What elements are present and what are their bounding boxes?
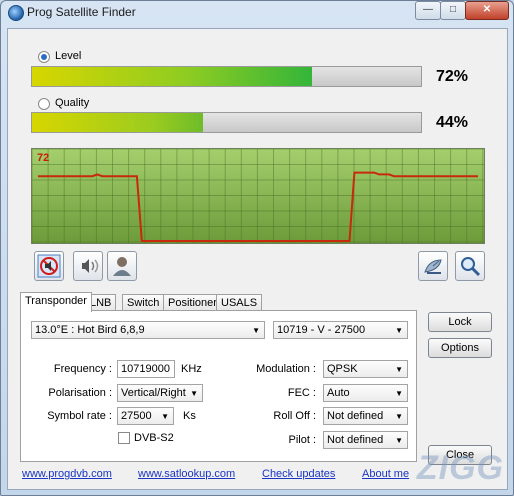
quality-radio[interactable]: [38, 98, 50, 110]
maximize-button[interactable]: □: [440, 1, 466, 20]
dvbs2-checkbox[interactable]: [118, 432, 130, 444]
fec-value: Auto: [327, 387, 350, 399]
polarisation-label: Polarisation :: [48, 387, 112, 399]
chevron-down-icon: ▼: [395, 412, 403, 421]
tab-usals[interactable]: USALS: [216, 294, 263, 311]
transponder-select[interactable]: 10719 - V - 27500 ▼: [273, 321, 408, 339]
pilot-value: Not defined: [327, 434, 384, 446]
signal-graph: 72: [31, 148, 485, 244]
frequency-label: Frequency :: [53, 363, 112, 375]
modulation-select[interactable]: QPSK ▼: [323, 360, 408, 378]
symbol-rate-select[interactable]: 27500 ▼: [117, 407, 174, 425]
tab-switch[interactable]: Switch: [122, 294, 165, 311]
level-radio[interactable]: [38, 51, 50, 63]
chevron-down-icon: ▼: [190, 389, 198, 398]
about-me-link[interactable]: About me: [362, 468, 409, 480]
lock-button[interactable]: Lock: [428, 312, 492, 332]
title-bar[interactable]: Prog Satellite Finder — □ ✕: [0, 0, 514, 24]
close-window-button[interactable]: ✕: [465, 1, 509, 20]
satellite-dish-icon: [424, 259, 442, 274]
person-icon: [113, 257, 131, 276]
signal-trace-line: [38, 171, 478, 242]
progdvb-link[interactable]: www.progdvb.com: [22, 468, 112, 480]
chevron-down-icon: ▼: [252, 326, 260, 335]
level-percent: 72%: [436, 68, 469, 85]
level-label: Level: [55, 50, 82, 62]
dvbs2-label: DVB-S2: [134, 432, 174, 444]
symbol-rate-unit: Ks: [183, 410, 196, 422]
fec-select[interactable]: Auto ▼: [323, 384, 408, 402]
polarisation-select[interactable]: Vertical/Right ▼: [117, 384, 203, 402]
satellite-select[interactable]: 13.0°E : Hot Bird 6,8,9 ▼: [31, 321, 265, 339]
dish-button[interactable]: [418, 251, 448, 281]
fec-label: FEC :: [287, 387, 316, 399]
tab-positioner[interactable]: Positioner: [163, 294, 222, 311]
symbol-rate-label: Symbol rate :: [47, 410, 112, 422]
frequency-unit: KHz: [181, 363, 202, 375]
magnifier-icon: [461, 257, 481, 277]
chevron-down-icon: ▼: [161, 412, 169, 421]
chevron-down-icon: ▼: [395, 389, 403, 398]
app-icon: [8, 5, 24, 21]
frequency-input[interactable]: 10719000: [117, 360, 175, 378]
mute-button[interactable]: [34, 251, 64, 281]
graph-value-label: 72: [37, 152, 50, 164]
pilot-label: Pilot :: [288, 434, 316, 446]
watermark-text: ZIGG: [416, 449, 504, 487]
sound-button[interactable]: [73, 251, 103, 281]
speaker-icon: [82, 259, 99, 273]
tab-transponder[interactable]: Transponder: [20, 292, 92, 312]
watermark-logo: ZIGG: [417, 449, 504, 488]
user-button[interactable]: [107, 251, 137, 281]
modulation-value: QPSK: [327, 363, 358, 375]
satlookup-link[interactable]: www.satlookup.com: [138, 468, 235, 480]
quality-bar-fill: [32, 113, 204, 132]
pilot-select[interactable]: Not defined ▼: [323, 431, 408, 449]
polarisation-select-value: Vertical/Right: [121, 387, 186, 399]
chevron-down-icon: ▼: [395, 326, 403, 335]
mute-icon: [37, 254, 61, 278]
chevron-down-icon: ▼: [395, 365, 403, 374]
chevron-down-icon: ▼: [395, 436, 403, 445]
level-bar: [31, 66, 422, 87]
search-button[interactable]: [455, 251, 485, 281]
rolloff-select[interactable]: Not defined ▼: [323, 407, 408, 425]
minimize-button[interactable]: —: [415, 1, 441, 20]
level-bar-fill: [32, 67, 313, 86]
quality-percent: 44%: [436, 114, 469, 131]
signal-graph-svg: [32, 149, 484, 243]
window-title: Prog Satellite Finder: [27, 5, 136, 19]
quality-bar: [31, 112, 422, 133]
symbol-rate-value: 27500: [121, 410, 152, 422]
options-button[interactable]: Options: [428, 338, 492, 358]
quality-label: Quality: [55, 97, 90, 109]
transponder-select-value: 10719 - V - 27500: [277, 324, 366, 336]
rolloff-value: Not defined: [327, 410, 384, 422]
rolloff-label: Roll Off :: [273, 410, 316, 422]
modulation-label: Modulation :: [256, 363, 316, 375]
satellite-select-value: 13.0°E : Hot Bird 6,8,9: [35, 324, 145, 336]
check-updates-link[interactable]: Check updates: [262, 468, 335, 480]
